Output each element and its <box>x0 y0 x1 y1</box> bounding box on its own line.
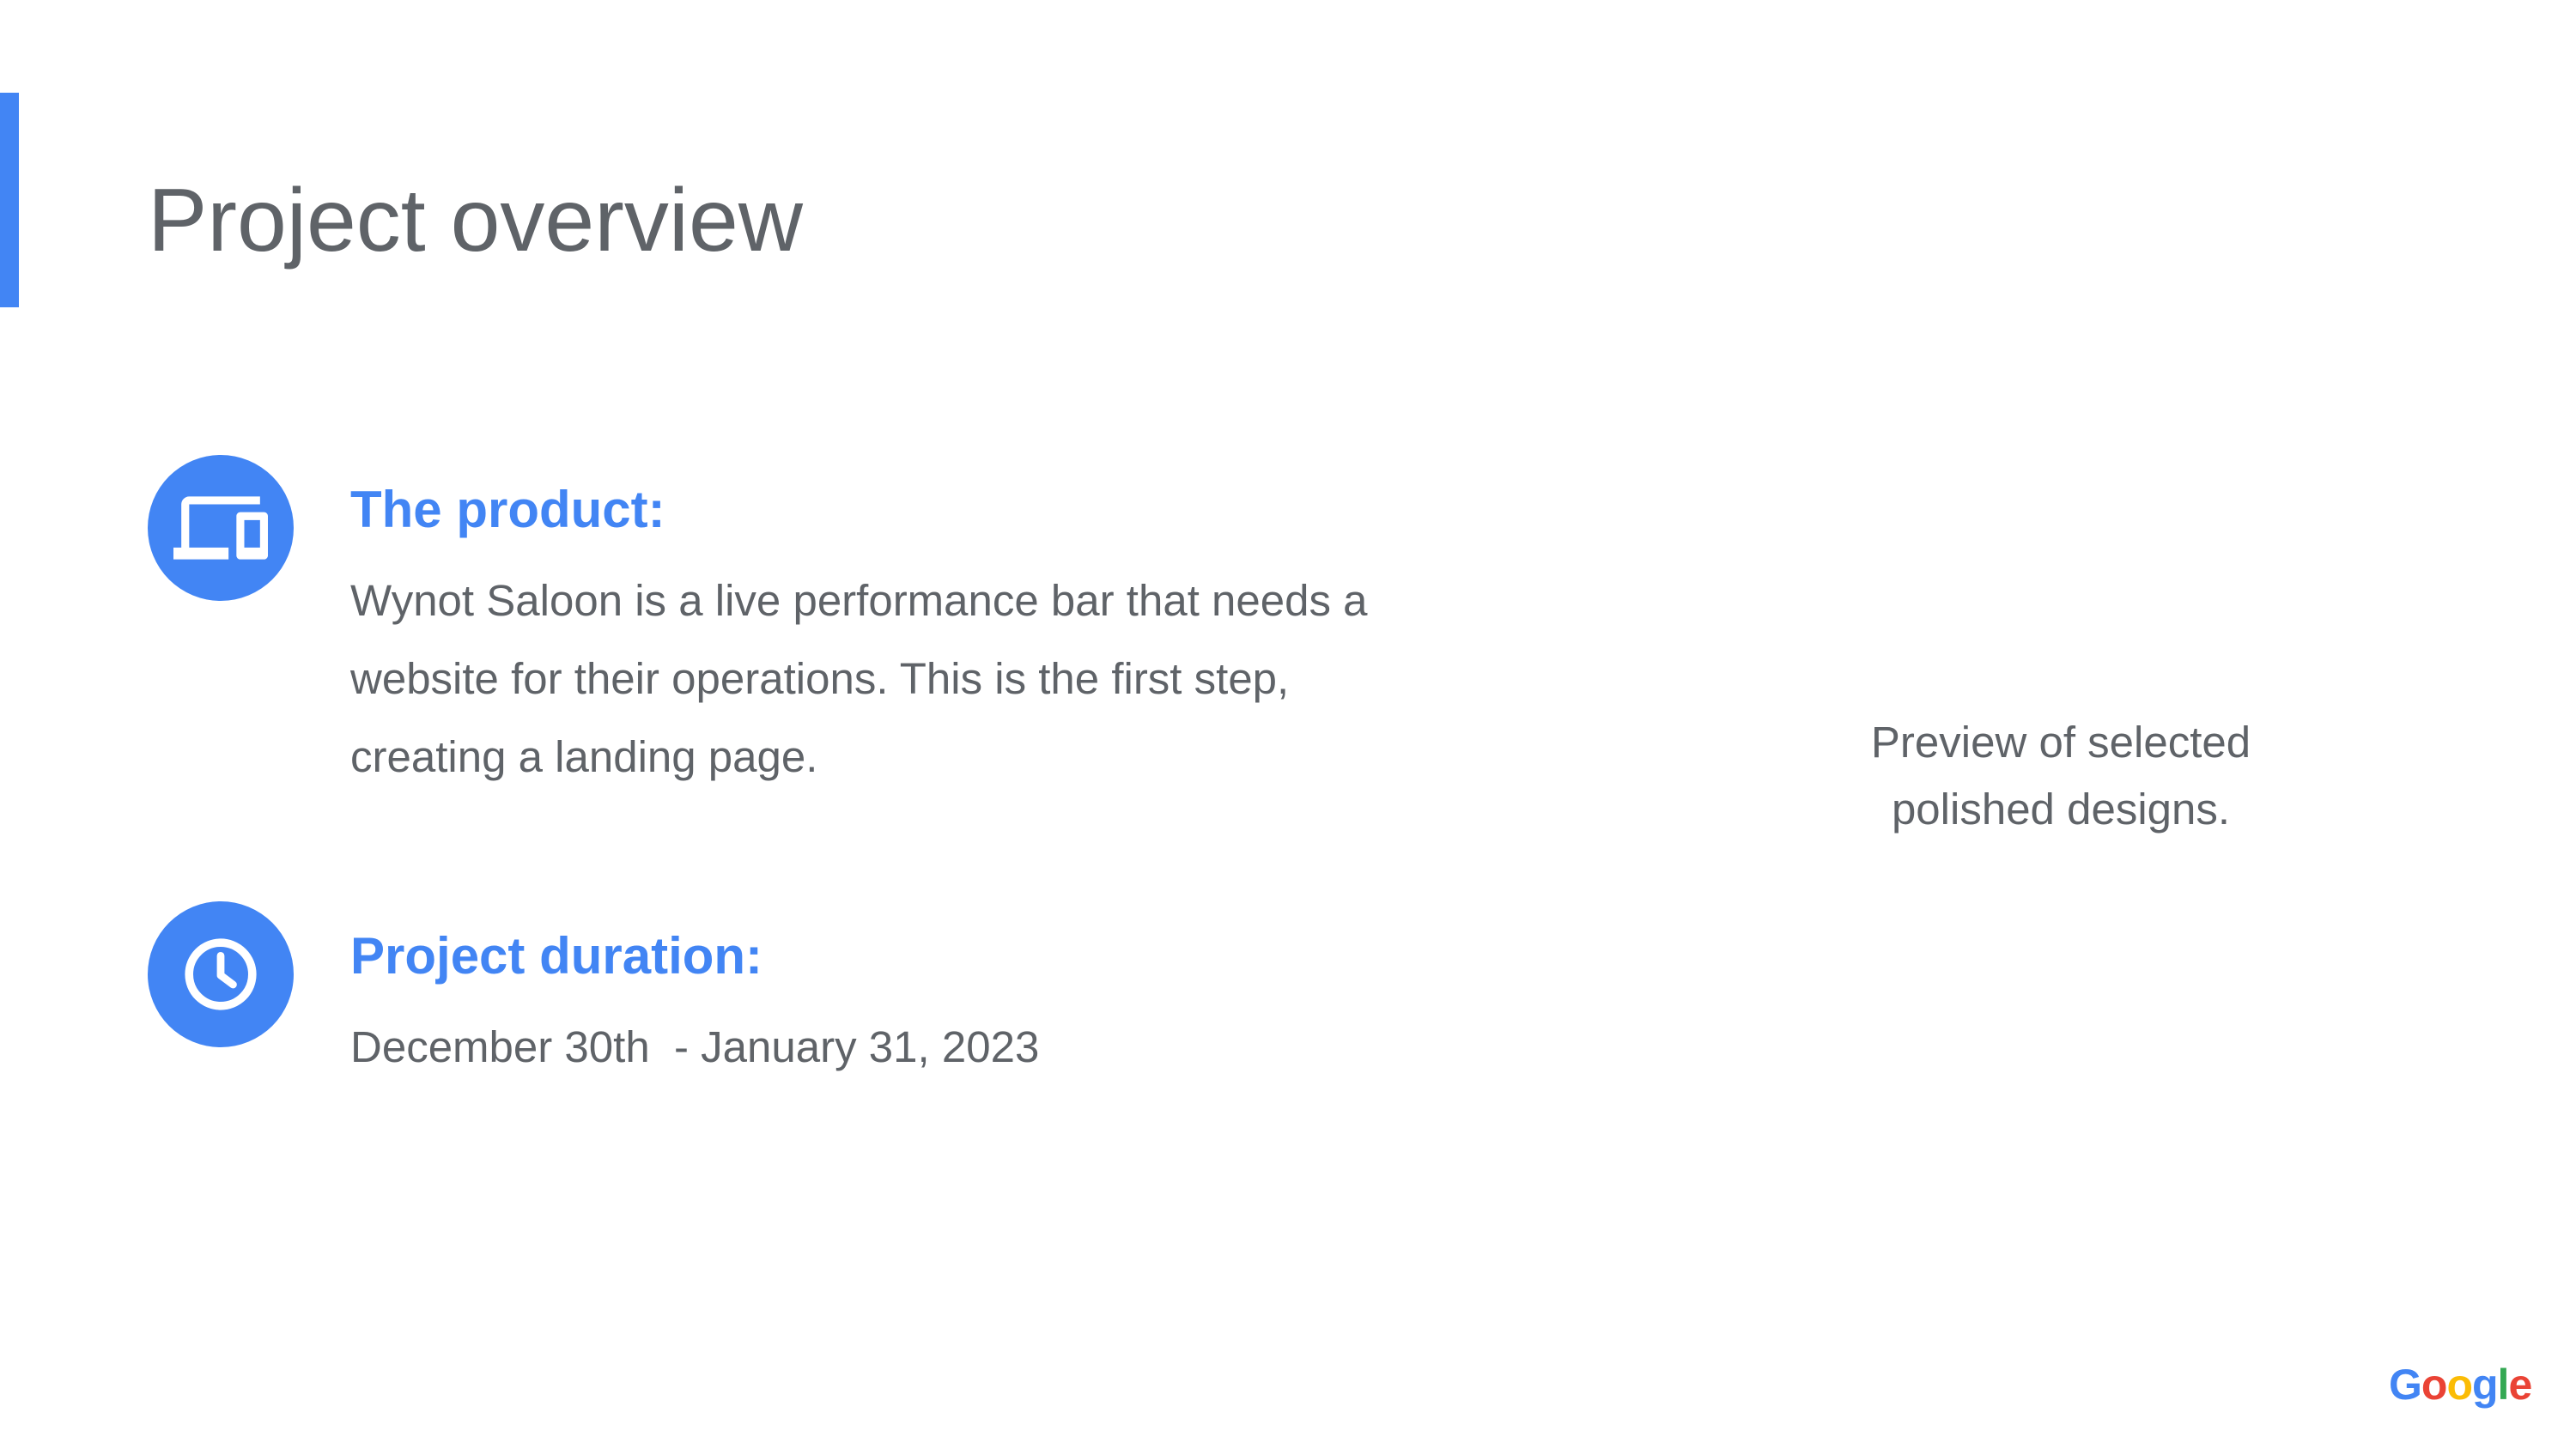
section-body-duration: December 30th - January 31, 2023 <box>350 1022 1040 1071</box>
logo-letter: g <box>2472 1361 2499 1409</box>
clock-icon <box>148 901 294 1047</box>
logo-letter: l <box>2497 1361 2510 1409</box>
devices-icon <box>148 455 294 601</box>
section-body-product: Wynot Saloon is a live performance bar t… <box>350 576 1368 781</box>
logo-letter: o <box>2446 1361 2473 1409</box>
clock-icon-glyph <box>185 938 257 1010</box>
title-accent-bar <box>0 93 19 307</box>
preview-caption: Preview of selected polished designs. <box>1870 718 2251 834</box>
page-title: Project overview <box>148 171 803 270</box>
google-logo: Google <box>2389 1361 2532 1409</box>
section-heading-duration: Project duration: <box>350 927 763 985</box>
section-heading-product: The product: <box>350 481 665 538</box>
logo-letter: e <box>2508 1361 2532 1409</box>
logo-letter: G <box>2389 1361 2422 1409</box>
devices-icon-glyph <box>173 496 268 560</box>
logo-letter: o <box>2421 1361 2448 1409</box>
